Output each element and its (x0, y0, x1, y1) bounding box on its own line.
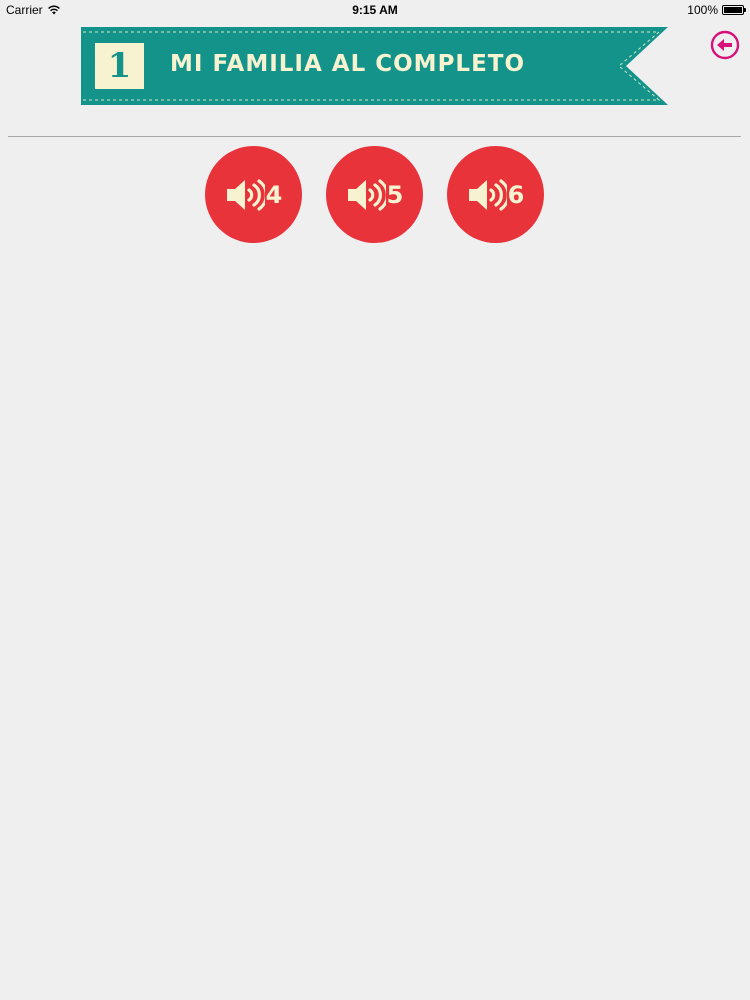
audio-button-label: 5 (386, 180, 404, 209)
arrow-left-circle-icon (710, 30, 740, 60)
audio-buttons-row: 4 5 6 (205, 146, 544, 243)
status-time: 9:15 AM (352, 3, 398, 17)
audio-button-5[interactable]: 5 (326, 146, 423, 243)
audio-button-label: 4 (265, 180, 283, 209)
speaker-icon (225, 178, 265, 212)
lesson-banner: 1 MI FAMILIA AL COMPLETO (81, 27, 668, 105)
back-button[interactable] (710, 30, 740, 60)
audio-button-6[interactable]: 6 (447, 146, 544, 243)
status-battery-group: 100% (687, 3, 746, 17)
lesson-number-badge: 1 (95, 43, 144, 89)
battery-icon (722, 5, 746, 15)
lesson-number: 1 (107, 46, 132, 86)
audio-button-4[interactable]: 4 (205, 146, 302, 243)
lesson-title: MI FAMILIA AL COMPLETO (170, 51, 526, 77)
status-bar: Carrier 9:15 AM 100% (0, 0, 750, 20)
battery-percent: 100% (687, 3, 718, 17)
audio-button-label: 6 (507, 180, 525, 209)
screen: Carrier 9:15 AM 100% 1 MI FAMILIA AL COM… (0, 0, 750, 1000)
speaker-icon (467, 178, 507, 212)
speaker-icon (346, 178, 386, 212)
header-divider (8, 136, 741, 137)
